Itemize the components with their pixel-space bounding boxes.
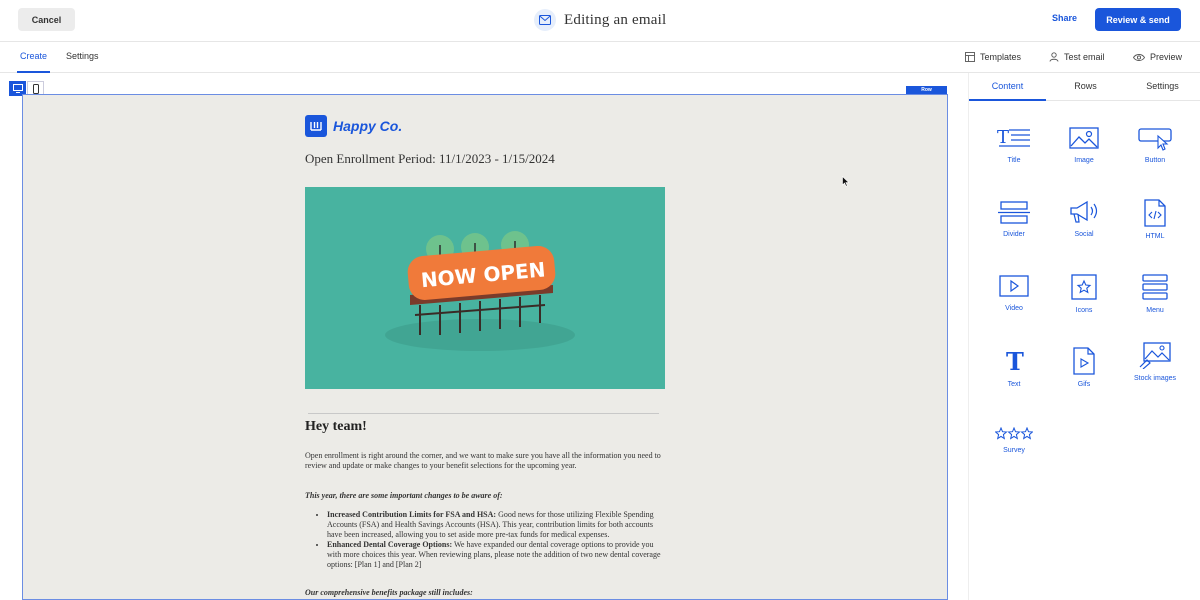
desktop-icon <box>12 84 23 93</box>
content-panel: Content Rows Settings T Title Image Butt… <box>968 73 1200 600</box>
block-label: Survey <box>1003 447 1025 454</box>
block-menu[interactable]: Menu <box>1125 273 1185 331</box>
row-tag[interactable]: Row <box>906 86 947 94</box>
editor-toolbar: Create Settings Templates Test email Pre… <box>0 42 1200 73</box>
logo-mark-icon <box>305 115 327 137</box>
envelope-icon <box>534 9 556 31</box>
test-email-button[interactable]: Test email <box>1049 52 1105 62</box>
tab-settings[interactable]: Settings <box>66 51 99 61</box>
svg-text:T: T <box>997 127 1009 148</box>
block-label: Icons <box>1075 307 1093 314</box>
changes-list[interactable]: Increased Contribution Limits for FSA an… <box>317 510 663 570</box>
list-item-title: Increased Contribution Limits for FSA an… <box>327 510 497 519</box>
block-divider[interactable]: Divider <box>984 199 1044 257</box>
mouse-cursor-icon <box>842 176 850 187</box>
html-icon <box>1144 199 1166 227</box>
block-stock-images[interactable]: Stock images <box>1125 341 1185 399</box>
panel-tab-rows[interactable]: Rows <box>1047 81 1124 91</box>
templates-button[interactable]: Templates <box>965 52 1021 62</box>
title-icon: T <box>997 127 1030 148</box>
block-label: Stock images <box>1133 375 1177 382</box>
active-tab-indicator <box>17 71 50 73</box>
preview-button[interactable]: Preview <box>1133 52 1182 62</box>
list-item: Increased Contribution Limits for FSA an… <box>327 510 663 540</box>
eye-icon <box>1133 53 1145 61</box>
svg-text:T: T <box>1006 347 1024 375</box>
block-button[interactable]: Button <box>1125 125 1185 183</box>
block-label: Gifs <box>1077 381 1091 388</box>
share-button[interactable]: Share <box>1052 13 1077 23</box>
block-label: Video <box>1005 305 1023 312</box>
logo-text: Happy Co. <box>333 118 403 134</box>
cancel-button[interactable]: Cancel <box>18 8 75 31</box>
block-video[interactable]: Video <box>984 273 1044 331</box>
block-gifs[interactable]: Gifs <box>1054 347 1114 405</box>
hero-image[interactable]: NOW OPEN <box>305 187 665 389</box>
button-icon <box>1138 128 1172 151</box>
block-label: Title <box>1007 157 1021 164</box>
page-title-group: Editing an email <box>534 8 666 32</box>
email-canvas[interactable]: Happy Co. Open Enrollment Period: 11/1/2… <box>22 94 948 600</box>
block-text[interactable]: T Text <box>984 347 1044 405</box>
preview-label: Preview <box>1150 52 1183 62</box>
block-label: Image <box>1074 157 1094 164</box>
image-icon <box>1069 127 1099 149</box>
list-item: Enhanced Dental Coverage Options: We hav… <box>327 540 663 570</box>
block-social[interactable]: Social <box>1054 199 1114 257</box>
panel-active-tab-indicator <box>969 99 1046 101</box>
panel-tab-settings[interactable]: Settings <box>1124 81 1200 91</box>
changes-heading[interactable]: This year, there are some important chan… <box>305 491 665 501</box>
block-image[interactable]: Image <box>1054 125 1114 183</box>
block-label: HTML <box>1145 233 1165 240</box>
block-title[interactable]: T Title <box>984 125 1044 183</box>
block-icons[interactable]: Icons <box>1054 273 1114 331</box>
block-label: Social <box>1074 231 1094 238</box>
survey-icon <box>995 427 1033 440</box>
block-label: Text <box>1007 381 1021 388</box>
review-send-button[interactable]: Review & send <box>1095 8 1181 31</box>
user-icon <box>1049 52 1059 62</box>
page-title: Editing an email <box>564 11 667 28</box>
mobile-icon <box>32 83 39 94</box>
stock-images-icon <box>1139 342 1171 369</box>
block-label: Button <box>1144 157 1166 164</box>
tab-create[interactable]: Create <box>20 51 47 61</box>
templates-label: Templates <box>980 52 1022 62</box>
panel-tab-content[interactable]: Content <box>969 81 1046 91</box>
top-bar: Cancel Editing an email Share Review & s… <box>0 0 1200 42</box>
enrollment-title[interactable]: Open Enrollment Period: 11/1/2023 - 1/15… <box>305 151 555 167</box>
divider[interactable] <box>308 413 659 414</box>
package-heading[interactable]: Our comprehensive benefits package still… <box>305 588 665 598</box>
gif-icon <box>1073 347 1095 375</box>
list-item-title: Enhanced Dental Coverage Options: <box>327 540 453 549</box>
megaphone-icon <box>1070 200 1098 223</box>
templates-icon <box>965 52 975 62</box>
block-survey[interactable]: Survey <box>984 427 1044 485</box>
star-icon <box>1071 274 1097 300</box>
block-html[interactable]: HTML <box>1125 199 1185 257</box>
block-label: Divider <box>1003 231 1025 238</box>
company-logo[interactable]: Happy Co. <box>305 115 402 137</box>
text-icon: T <box>1006 347 1024 375</box>
greeting-heading[interactable]: Hey team! <box>305 419 367 435</box>
intro-paragraph[interactable]: Open enrollment is right around the corn… <box>305 451 665 471</box>
block-label: Menu <box>1146 307 1164 314</box>
menu-icon <box>1142 274 1168 300</box>
video-icon <box>999 275 1029 297</box>
test-email-label: Test email <box>1064 52 1105 62</box>
divider-icon <box>998 201 1030 224</box>
